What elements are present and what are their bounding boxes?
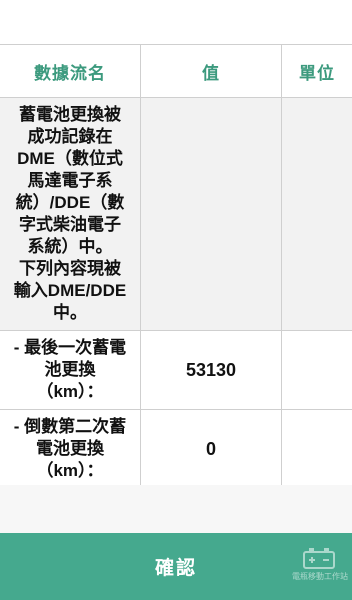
row-name: 蓄電池更換被 成功記錄在 DME（數位式 馬達電子系 統）/DDE（數 字式柴油…: [13, 105, 127, 322]
row-value: 53130: [185, 359, 237, 380]
row-value: 0: [205, 438, 216, 459]
table-row: 蓄電池更換被 成功記錄在 DME（數位式 馬達電子系 統）/DDE（數 字式柴油…: [0, 98, 352, 331]
header-unit: 單位: [299, 63, 335, 83]
battery-icon: [303, 548, 335, 569]
row-name: - 倒數第二次蓄 電池更換 （km）：: [13, 417, 127, 480]
data-stream-table: 數據流名 值 單位 蓄電池更換被 成功記錄在 DME（數位式 馬達電子系 統）/…: [0, 44, 352, 489]
header-value: 值: [141, 45, 282, 97]
confirm-label: 確認: [154, 558, 197, 579]
table-header: 數據流名 值 單位: [0, 44, 352, 98]
watermark-text: 電瓶移動工作站: [292, 572, 348, 581]
row-name: - 最後一次蓄電 池更換 （km）：: [13, 338, 127, 401]
table-row: - 最後一次蓄電 池更換 （km）： 53130: [0, 331, 352, 410]
empty-area: [0, 485, 352, 533]
header-name: 數據流名: [0, 45, 141, 97]
watermark: 電瓶移動工作站: [292, 547, 348, 582]
table-row: - 倒數第二次蓄 電池更換 （km）： 0: [0, 410, 352, 489]
